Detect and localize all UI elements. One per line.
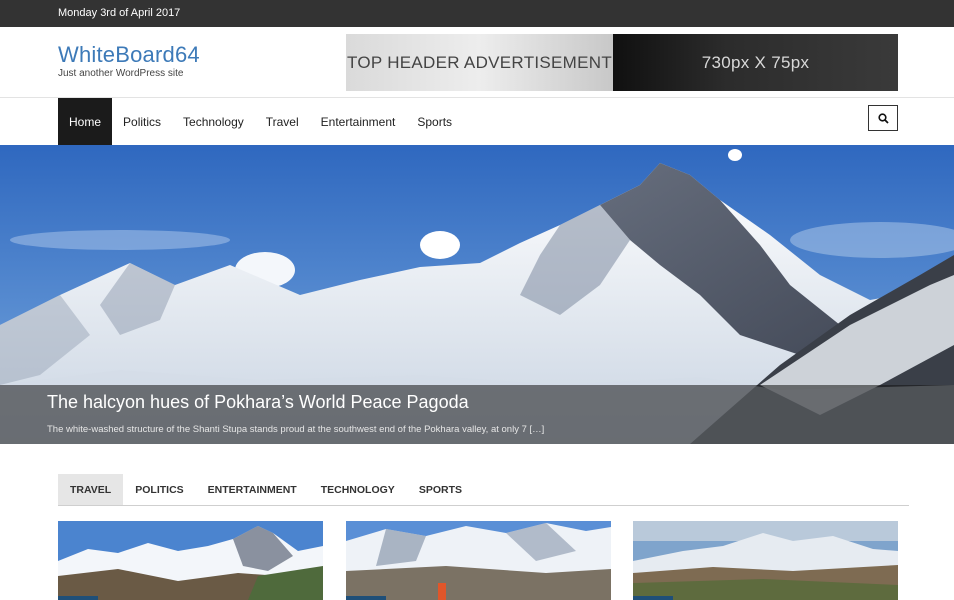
- tab-travel[interactable]: TRAVEL: [58, 474, 124, 505]
- post-card[interactable]: [346, 521, 611, 600]
- post-thumbnail: [58, 521, 323, 600]
- site-header: WhiteBoard64 Just another WordPress site…: [0, 27, 954, 98]
- nav-item-politics[interactable]: Politics: [112, 98, 172, 145]
- category-tag: [58, 596, 98, 600]
- post-card[interactable]: [58, 521, 323, 600]
- featured-slider[interactable]: The halcyon hues of Pokhara’s World Peac…: [0, 145, 954, 444]
- ad-title: TOP HEADER ADVERTISEMENT: [346, 52, 613, 72]
- nav-menu: Home Politics Technology Travel Entertai…: [58, 98, 463, 145]
- search-button[interactable]: [868, 105, 898, 131]
- ad-left-panel: TOP HEADER ADVERTISEMENT: [346, 34, 613, 91]
- header-advertisement[interactable]: TOP HEADER ADVERTISEMENT 730px X 75px: [346, 34, 898, 91]
- nav-item-sports[interactable]: Sports: [406, 98, 463, 145]
- tab-politics[interactable]: POLITICS: [123, 474, 195, 505]
- hero-title[interactable]: The halcyon hues of Pokhara’s World Peac…: [47, 392, 469, 413]
- nav-item-home[interactable]: Home: [58, 98, 113, 145]
- tab-technology[interactable]: TECHNOLOGY: [309, 474, 407, 505]
- tab-entertainment[interactable]: ENTERTAINMENT: [196, 474, 309, 505]
- hero-excerpt: The white-washed structure of the Shanti…: [47, 424, 545, 435]
- post-thumbnail: [346, 521, 611, 600]
- category-tabs: TRAVEL POLITICS ENTERTAINMENT TECHNOLOGY…: [58, 474, 909, 506]
- nav-item-entertainment[interactable]: Entertainment: [310, 98, 407, 145]
- top-bar: Monday 3rd of April 2017: [0, 0, 954, 27]
- ad-size: 730px X 75px: [701, 52, 810, 72]
- main-navigation: Home Politics Technology Travel Entertai…: [0, 98, 954, 145]
- site-title[interactable]: WhiteBoard64: [58, 42, 200, 68]
- nav-item-technology[interactable]: Technology: [172, 98, 255, 145]
- current-date: Monday 3rd of April 2017: [58, 7, 181, 19]
- category-tag: [633, 596, 673, 600]
- nav-item-travel[interactable]: Travel: [255, 98, 310, 145]
- search-icon: [877, 112, 889, 124]
- site-tagline: Just another WordPress site: [58, 68, 184, 79]
- post-card[interactable]: [633, 521, 898, 600]
- category-tag: [346, 596, 386, 600]
- tab-sports[interactable]: SPORTS: [407, 474, 474, 505]
- ad-right-panel: 730px X 75px: [613, 34, 898, 91]
- post-thumbnail: [633, 521, 898, 600]
